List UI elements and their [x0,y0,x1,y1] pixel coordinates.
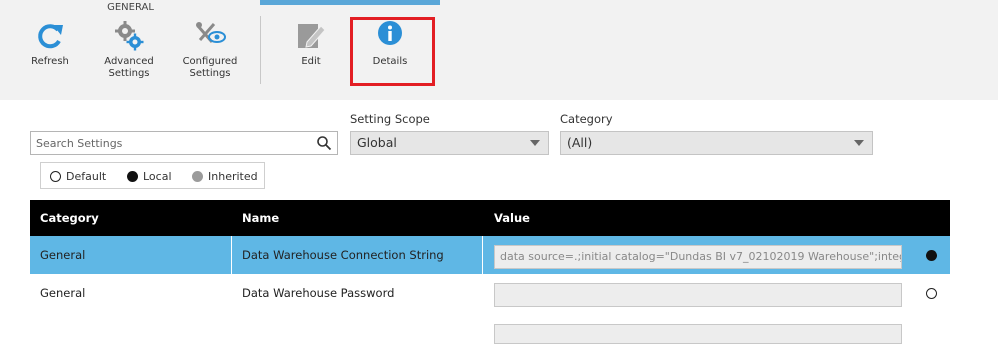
configured-settings-label-1: Configured [182,56,238,67]
table-row[interactable] [30,312,950,344]
refresh-icon [38,24,63,49]
search-icon[interactable] [316,135,332,151]
settings-grid: Category Name Value General Data Warehou… [30,200,950,344]
advanced-settings-label-1: Advanced [104,56,154,67]
chevron-down-icon [530,140,540,146]
value-field[interactable] [494,324,902,344]
configured-settings-button[interactable]: Configured Settings [180,20,240,80]
category-label: Category [560,112,613,126]
legend-default-label: Default [66,170,107,183]
ribbon-separator [260,16,261,84]
edit-icon [298,24,326,48]
refresh-button[interactable]: Refresh [28,20,72,68]
table-row[interactable]: General Data Warehouse Password [30,274,950,312]
refresh-label: Refresh [31,56,69,67]
advanced-settings-button[interactable]: Advanced Settings [100,20,158,80]
column-divider [482,236,483,274]
search-input[interactable] [31,132,311,155]
legend-local: Local [127,170,172,183]
legend-inherited-label: Inherited [208,170,258,183]
row-name: Data Warehouse Connection String [242,248,444,262]
table-row[interactable]: General Data Warehouse Connection String… [30,236,950,274]
row-name: Data Warehouse Password [242,286,395,300]
inherited-dot-icon [192,171,203,182]
category-select[interactable]: (All) [560,131,873,155]
setting-scope-label: Setting Scope [350,112,430,126]
edit-label: Edit [301,56,321,67]
active-tab-indicator [260,0,440,5]
default-dot-icon [50,171,61,182]
grid-header: Category Name Value [30,200,950,236]
legend-inherited: Inherited [192,170,258,183]
column-divider [231,236,232,274]
configured-settings-label-2: Settings [189,68,231,79]
search-field[interactable] [30,131,338,155]
local-scope-radio-icon[interactable] [926,250,937,261]
value-field[interactable] [494,283,902,307]
setting-scope-select[interactable]: Global [350,131,549,155]
details-highlight-box [350,17,435,86]
category-value: (All) [567,135,593,150]
legend-local-label: Local [143,170,172,183]
column-header-name[interactable]: Name [242,211,279,225]
default-scope-radio-icon[interactable] [926,288,937,299]
tools-eye-icon [196,22,226,43]
gears-icon [115,21,144,51]
local-dot-icon [127,171,138,182]
column-header-category[interactable]: Category [40,211,99,225]
value-field[interactable]: data source=.;initial catalog="Dundas BI… [494,245,902,269]
row-category: General [40,248,86,262]
setting-scope-value: Global [357,135,397,150]
legend-default: Default [50,170,106,183]
column-header-value[interactable]: Value [494,211,530,225]
chevron-down-icon [854,140,864,146]
row-category: General [40,286,86,300]
group-label: GENERAL [107,2,154,13]
ribbon-toolbar: GENERAL Refresh Advanced Settings Config… [0,0,998,100]
advanced-settings-label-2: Settings [108,68,150,79]
edit-button[interactable]: Edit [290,20,332,68]
scope-legend: Default Local Inherited [40,162,265,189]
